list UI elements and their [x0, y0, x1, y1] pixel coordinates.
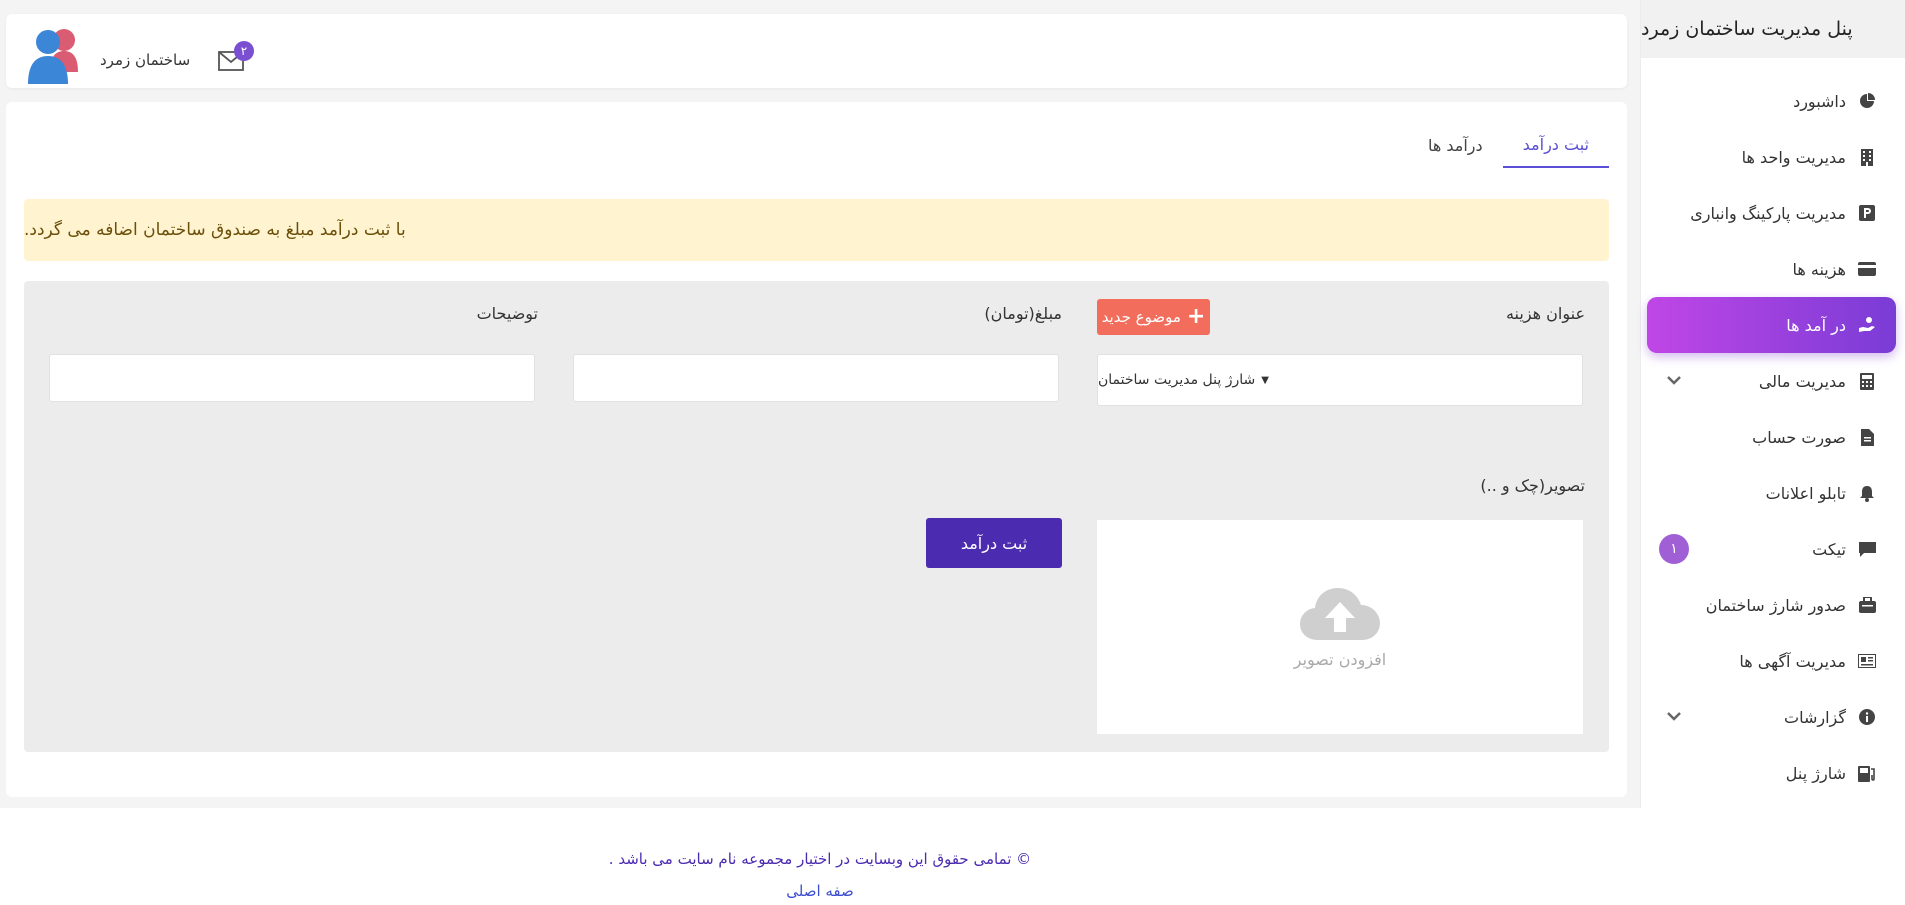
caret-down-icon: ▼ — [1261, 374, 1269, 386]
tab-incomes[interactable]: درآمد ها — [1408, 122, 1503, 168]
sidebar-item-label: مدیریت آگهی ها — [1739, 651, 1846, 671]
plus-icon: + — [1186, 304, 1206, 329]
sidebar-item-invoice[interactable]: صورت حساب — [1647, 409, 1896, 465]
amount-label: مبلغ(تومان) — [984, 304, 1062, 323]
info-icon — [1858, 708, 1876, 726]
sidebar-item-income[interactable]: در آمد ها — [1647, 297, 1896, 353]
sidebar-item-label: تیکت — [1812, 539, 1846, 559]
description-input[interactable] — [49, 354, 535, 402]
chat-icon — [1858, 540, 1876, 558]
sidebar-menu: داشبورد مدیریت واحد ها مدیریت پارکینگ وا… — [1641, 58, 1905, 801]
submit-income-button[interactable]: ثبت درآمد — [926, 518, 1062, 568]
sidebar-item-label: مدیریت واحد ها — [1741, 147, 1846, 167]
sidebar-item-notices[interactable]: تابلو اعلانات — [1647, 465, 1896, 521]
expense-title-label: عنوان هزینه — [1505, 304, 1585, 323]
sidebar-item-label: مدیریت مالی — [1758, 371, 1846, 391]
footer-home-link[interactable]: صفه اصلی — [0, 882, 1640, 900]
amount-input[interactable] — [573, 354, 1059, 402]
sidebar-item-label: صورت حساب — [1752, 427, 1846, 447]
top-header: ساختمان زمرد ۲ — [6, 14, 1627, 88]
income-form: عنوان هزینه موضوع جدید + ▼ شارژ پنل مدیر… — [24, 281, 1609, 752]
credit-card-icon — [1858, 260, 1876, 278]
chevron-down-icon[interactable] — [1667, 373, 1681, 389]
sidebar-item-ticket[interactable]: ۱ تیکت — [1647, 521, 1896, 577]
sidebar-item-expenses[interactable]: هزینه ها — [1647, 241, 1896, 297]
parking-icon — [1858, 204, 1876, 222]
image-label: تصویر(چک و ..) — [1480, 476, 1585, 495]
footer-copyright: © تمامی حقوق این وبسایت در اختیار مجموعه… — [608, 850, 1032, 868]
mail-count-badge: ۲ — [234, 41, 254, 61]
sidebar-item-label: تابلو اعلانات — [1765, 483, 1846, 503]
bell-icon — [1858, 484, 1876, 502]
calculator-icon — [1858, 372, 1876, 390]
topic-select[interactable]: ▼ شارژ پنل مدیریت ساختمان — [1097, 354, 1583, 406]
sidebar-item-units[interactable]: مدیریت واحد ها — [1647, 129, 1896, 185]
sidebar-item-panel-charge[interactable]: شارژ پنل — [1647, 745, 1896, 801]
ticket-count-badge: ۱ — [1659, 534, 1689, 564]
hand-coin-icon — [1858, 316, 1876, 334]
pie-chart-icon — [1858, 92, 1876, 110]
sidebar-item-label: در آمد ها — [1786, 315, 1846, 335]
sidebar-item-label: مدیریت پارکینگ وانباری — [1690, 203, 1846, 223]
tab-register-income[interactable]: ثبت درآمد — [1502, 122, 1609, 168]
document-icon — [1858, 428, 1876, 446]
briefcase-icon — [1858, 596, 1876, 614]
sidebar-item-ads[interactable]: مدیریت آگهی ها — [1647, 633, 1896, 689]
info-alert: با ثبت درآمد مبلغ به صندوق ساختمان اضافه… — [24, 199, 1609, 261]
new-topic-label: موضوع جدید — [1101, 308, 1181, 326]
tabs: ثبت درآمد درآمد ها — [1408, 122, 1609, 168]
newspaper-icon — [1858, 652, 1876, 670]
sidebar-item-charge-issue[interactable]: صدور شارژ ساختمان — [1647, 577, 1896, 633]
sidebar-item-label: داشبورد — [1793, 91, 1846, 111]
sidebar-item-label: هزینه ها — [1792, 259, 1846, 279]
charge-icon — [1858, 764, 1876, 782]
mail-button[interactable]: ۲ — [218, 41, 254, 71]
avatar[interactable] — [22, 22, 88, 88]
upload-text: افزودن تصویر — [1293, 649, 1387, 669]
building-icon — [1858, 148, 1876, 166]
description-label: توضیحات — [476, 304, 538, 323]
sidebar-item-dashboard[interactable]: داشبورد — [1647, 73, 1896, 129]
content-card: ثبت درآمد درآمد ها با ثبت درآمد مبلغ به … — [6, 102, 1627, 797]
selected-topic: شارژ پنل مدیریت ساختمان — [1098, 372, 1256, 388]
sidebar-item-label: شارژ پنل — [1785, 763, 1846, 783]
chevron-down-icon[interactable] — [1667, 709, 1681, 725]
cloud-upload-icon — [1300, 587, 1380, 640]
sidebar-item-label: گزارشات — [1784, 707, 1846, 727]
sidebar: پنل مدیریت ساختمان زمرد داشبورد مدیریت و… — [1640, 0, 1905, 808]
sidebar-item-finance[interactable]: مدیریت مالی — [1647, 353, 1896, 409]
image-upload-dropzone[interactable]: افزودن تصویر — [1097, 520, 1583, 734]
username: ساختمان زمرد — [100, 51, 191, 69]
sidebar-item-label: صدور شارژ ساختمان — [1705, 595, 1846, 615]
app-title: پنل مدیریت ساختمان زمرد — [1641, 0, 1905, 58]
sidebar-item-parking[interactable]: مدیریت پارکینگ وانباری — [1647, 185, 1896, 241]
new-topic-button[interactable]: موضوع جدید + — [1097, 299, 1210, 335]
sidebar-item-reports[interactable]: گزارشات — [1647, 689, 1896, 745]
